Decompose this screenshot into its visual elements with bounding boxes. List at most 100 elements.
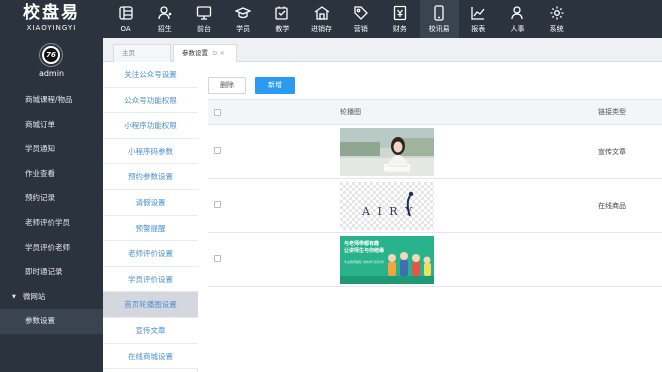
topnav-label: 系统 bbox=[549, 25, 564, 33]
sidebar-menu: 商城课程/物品 商城订单 学员通知 作业查看 预约记录 老师评价学员 学员评价老… bbox=[0, 88, 103, 334]
finance-icon bbox=[393, 5, 407, 21]
top-nav-menu: OA 招生 前台 学员 教学 进销存 营销 财务 校讯易 报表 人事 系统 bbox=[106, 0, 576, 38]
airy-logo-text: A I R Y bbox=[361, 205, 414, 218]
sidebar-item-teacher-review[interactable]: 老师评价学员 bbox=[0, 211, 103, 236]
airy-logo-banner: A I R Y bbox=[340, 182, 434, 230]
carousel-image: A I R Y bbox=[340, 182, 434, 230]
tab-label: 主页 bbox=[122, 49, 135, 57]
topnav-label: 财务 bbox=[392, 25, 407, 33]
topnav-teaching[interactable]: 教学 bbox=[263, 0, 302, 38]
delete-button[interactable]: 删除 bbox=[208, 77, 246, 94]
close-icon[interactable]: ⊙ × bbox=[212, 49, 225, 57]
marketing-icon bbox=[354, 6, 368, 20]
front-desk-icon bbox=[196, 6, 212, 20]
submenu-miniprogram-code[interactable]: 小程序码参数 bbox=[103, 138, 198, 165]
submenu-online-mall[interactable]: 在线商城设置 bbox=[103, 343, 198, 370]
avatar[interactable]: 76 bbox=[40, 44, 62, 66]
link-type-cell: 在线商品 bbox=[598, 202, 626, 210]
left-sidebar: 76 admin 商城课程/物品 商城订单 学员通知 作业查看 预约记录 老师评… bbox=[0, 38, 103, 372]
column-header-link-type: 链接类型 bbox=[598, 108, 626, 116]
main-content: 删除 新增 轮播图 链接类型 宣传文章 A I R Y 在线商品 与老师带都有趣… bbox=[198, 62, 662, 372]
topnav-enrollment[interactable]: 招生 bbox=[145, 0, 184, 38]
tab-bar: 主页 参数设置 ⊙ × bbox=[103, 38, 662, 63]
inventory-icon bbox=[314, 6, 329, 20]
mobile-icon bbox=[434, 5, 444, 21]
tab-home[interactable]: 主页 bbox=[113, 44, 171, 62]
topnav-label: 学员 bbox=[236, 25, 251, 33]
link-type-cell: 宣传文章 bbox=[598, 148, 626, 156]
row-checkbox[interactable] bbox=[214, 255, 221, 262]
hr-icon bbox=[511, 6, 524, 20]
add-button[interactable]: 新增 bbox=[255, 77, 295, 94]
topnav-label: 教学 bbox=[275, 25, 290, 33]
sidebar-item-im-records[interactable]: 即时通记录 bbox=[0, 260, 103, 285]
topnav-finance[interactable]: 财务 bbox=[380, 0, 419, 38]
table-row[interactable]: 宣传文章 bbox=[208, 125, 662, 179]
sidebar-item-booking-records[interactable]: 预约记录 bbox=[0, 186, 103, 211]
topnav-student[interactable]: 学员 bbox=[224, 0, 263, 38]
topnav-marketing[interactable]: 营销 bbox=[341, 0, 380, 38]
carousel-image bbox=[340, 128, 434, 176]
topnav-report[interactable]: 报表 bbox=[459, 0, 498, 38]
submenu-carousel-settings[interactable]: 首页轮播图设置 bbox=[103, 292, 198, 318]
sidebar-item-microsite[interactable]: ▼ 微网站 bbox=[0, 285, 103, 310]
banner-title: 与老师带都有趣 bbox=[344, 240, 380, 247]
submenu-student-review-settings[interactable]: 学员评价设置 bbox=[103, 266, 198, 293]
submenu-account-permissions[interactable]: 公众号功能权限 bbox=[103, 87, 198, 114]
top-navigation-bar: 校盘易 XIAOYINGYI OA 招生 前台 学员 教学 进销存 营销 财务 … bbox=[0, 0, 662, 38]
topnav-school-news[interactable]: 校讯易 bbox=[419, 0, 459, 38]
topnav-inventory[interactable]: 进销存 bbox=[302, 0, 341, 38]
topnav-label: 人事 bbox=[510, 25, 525, 33]
topnav-label: 校讯易 bbox=[428, 25, 450, 33]
topnav-hr[interactable]: 人事 bbox=[498, 0, 537, 38]
sidebar-item-mall-courses[interactable]: 商城课程/物品 bbox=[0, 88, 103, 113]
sidebar-item-student-review[interactable]: 学员评价老师 bbox=[0, 236, 103, 261]
submenu-teacher-review-settings[interactable]: 老师评价设置 bbox=[103, 241, 198, 267]
sidebar-item-param-settings[interactable]: 参数设置 bbox=[0, 309, 103, 334]
settings-icon bbox=[550, 6, 564, 20]
sidebar-item-homework[interactable]: 作业查看 bbox=[0, 162, 103, 187]
submenu-alerts[interactable]: 预警提醒 bbox=[103, 215, 198, 242]
topnav-label: OA bbox=[120, 25, 131, 33]
topnav-front-desk[interactable]: 前台 bbox=[184, 0, 223, 38]
sidebar-item-label: 微网站 bbox=[22, 291, 46, 301]
user-name: admin bbox=[38, 69, 65, 78]
topnav-label: 招生 bbox=[157, 25, 172, 33]
avatar-text: 76 bbox=[44, 48, 58, 62]
student-icon bbox=[235, 7, 252, 19]
topnav-label: 进销存 bbox=[311, 25, 333, 33]
tab-label: 参数设置 bbox=[182, 49, 208, 57]
carousel-table: 轮播图 链接类型 宣传文章 A I R Y 在线商品 与老师带都有趣 让讲师生与… bbox=[208, 99, 662, 287]
topnav-settings[interactable]: 系统 bbox=[537, 0, 576, 38]
caret-down-icon: ▼ bbox=[12, 293, 16, 300]
carousel-image: 与老师带都有趣 让讲师生与你结缘 专业教师团队 你的学习好伙伴 bbox=[340, 236, 434, 284]
banner-title-line2: 让讲师生与你结缘 bbox=[344, 247, 384, 254]
submenu-follow-account[interactable]: 关注公众号设置 bbox=[103, 62, 198, 88]
enrollment-icon bbox=[158, 6, 172, 20]
sidebar-item-mall-orders[interactable]: 商城订单 bbox=[0, 113, 103, 138]
select-all-checkbox[interactable] bbox=[214, 109, 221, 116]
topnav-label: 营销 bbox=[353, 25, 368, 33]
submenu-miniprogram-permissions[interactable]: 小程序功能权限 bbox=[103, 113, 198, 139]
table-row[interactable]: 与老师带都有趣 让讲师生与你结缘 专业教师团队 你的学习好伙伴 bbox=[208, 233, 662, 287]
brand-name: 校盘易 bbox=[23, 3, 80, 23]
topnav-oa[interactable]: OA bbox=[106, 0, 145, 38]
submenu-promo-articles[interactable]: 宣传文章 bbox=[103, 317, 198, 344]
brand-logo[interactable]: 校盘易 XIAOYINGYI bbox=[0, 0, 103, 38]
oa-icon bbox=[118, 6, 133, 20]
submenu-leave-settings[interactable]: 请假设置 bbox=[103, 189, 198, 216]
table-header: 轮播图 链接类型 bbox=[208, 99, 662, 125]
sidebar-item-student-notice[interactable]: 学员通知 bbox=[0, 137, 103, 162]
topnav-label: 报表 bbox=[471, 25, 486, 33]
girl-reading-photo bbox=[340, 128, 434, 176]
table-row[interactable]: A I R Y 在线商品 bbox=[208, 179, 662, 233]
report-icon bbox=[471, 7, 485, 20]
submenu-booking-params[interactable]: 预约参数设置 bbox=[103, 164, 198, 190]
submenu-list: 关注公众号设置 公众号功能权限 小程序功能权限 小程序码参数 预约参数设置 请假… bbox=[103, 62, 198, 370]
tab-param-settings[interactable]: 参数设置 ⊙ × bbox=[173, 44, 237, 63]
topnav-label: 前台 bbox=[196, 25, 211, 33]
row-checkbox[interactable] bbox=[214, 201, 221, 208]
row-checkbox[interactable] bbox=[214, 147, 221, 154]
teaching-icon bbox=[275, 6, 288, 20]
teachers-recruiting-banner: 与老师带都有趣 让讲师生与你结缘 专业教师团队 你的学习好伙伴 bbox=[340, 236, 434, 284]
